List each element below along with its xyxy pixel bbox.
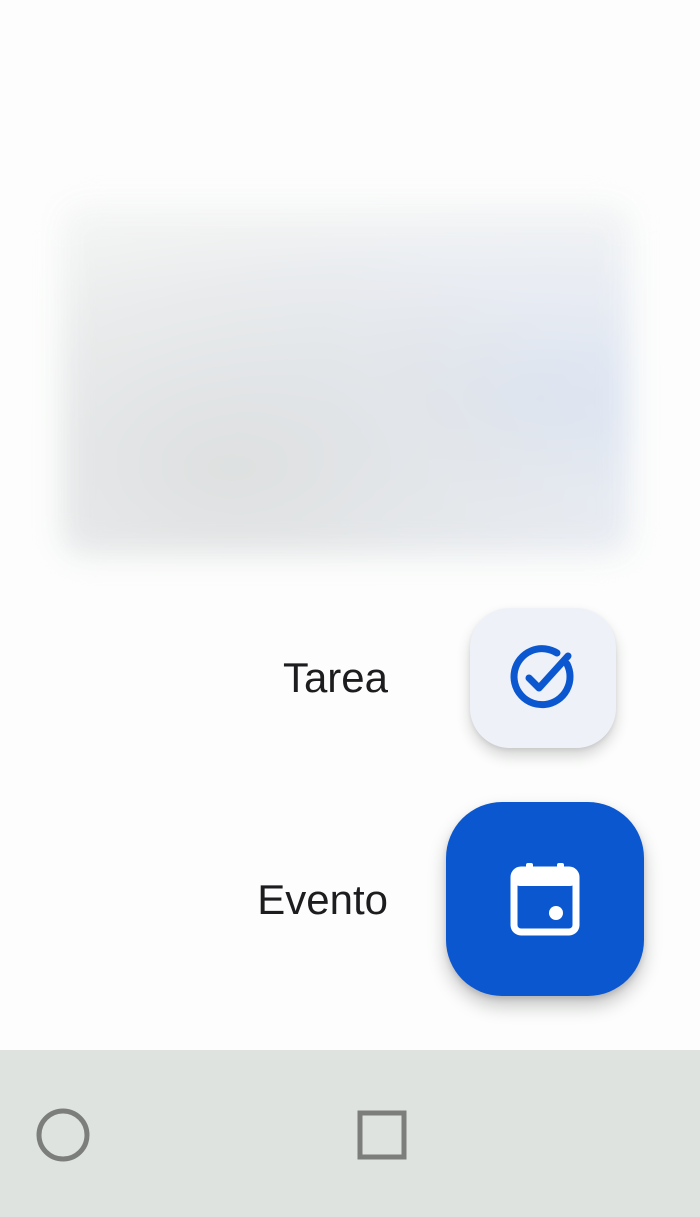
task-check-icon [510,645,574,709]
screen: Tarea Evento [0,0,700,1217]
new-task-button[interactable] [470,608,616,748]
system-navigation-bar [0,1050,700,1217]
calendar-event-icon [510,863,580,936]
app-content-scrim: Tarea Evento [0,0,700,1050]
home-button[interactable] [30,1105,96,1165]
task-label[interactable]: Tarea [283,654,388,702]
new-event-button[interactable] [446,802,644,996]
event-label[interactable]: Evento [257,876,388,924]
recents-button[interactable] [352,1105,412,1165]
recents-square-icon [357,1110,407,1160]
home-circle-icon [36,1108,90,1162]
blurred-background-card [62,205,630,555]
